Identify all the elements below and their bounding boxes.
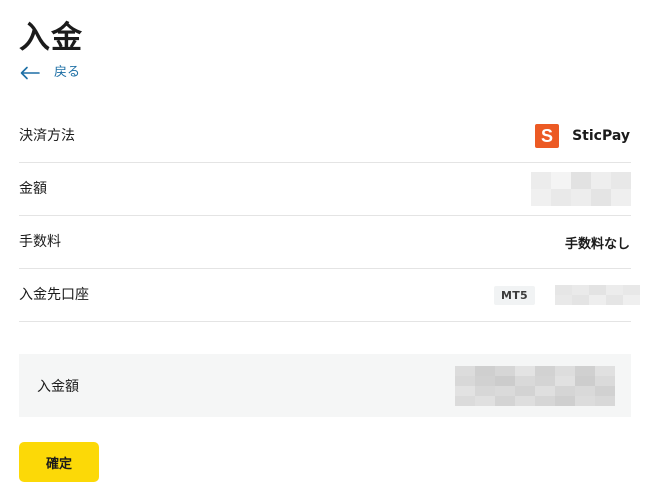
amount-row: 金額 <box>19 163 631 216</box>
sticpay-logo-icon: S <box>535 124 560 148</box>
payment-method-row: 決済方法 S SticPay <box>19 110 631 163</box>
payment-method-value: S SticPay <box>535 124 631 148</box>
amount-value-redacted <box>531 172 631 206</box>
deposit-total-box: 入金額 <box>19 354 631 417</box>
deposit-total-value-redacted <box>455 365 615 406</box>
deposit-account-row: 入金先口座 MT5 <box>19 269 640 322</box>
back-link-label: 戻る <box>54 65 81 80</box>
page-title: 入金 <box>19 20 83 56</box>
confirm-button[interactable]: 確定 <box>19 442 99 482</box>
fee-value: 手数料なし <box>564 236 630 252</box>
amount-label: 金額 <box>19 181 47 197</box>
fee-label: 手数料 <box>19 234 61 250</box>
svg-text:S: S <box>541 126 553 146</box>
payment-method-name: SticPay <box>572 128 630 144</box>
account-number-redacted <box>555 285 640 305</box>
deposit-details-list: 決済方法 S SticPay 金額 手数料 手数料なし 入金先口座 MT5 <box>19 110 640 322</box>
arrow-left-icon <box>20 66 40 80</box>
deposit-account-label: 入金先口座 <box>19 287 89 303</box>
deposit-account-value: MT5 <box>493 285 640 305</box>
back-link[interactable]: 戻る <box>20 64 80 82</box>
payment-method-label: 決済方法 <box>19 128 75 144</box>
fee-row: 手数料 手数料なし <box>19 216 631 269</box>
deposit-total-label: 入金額 <box>37 378 79 395</box>
deposit-confirmation-page: 入金 戻る 決済方法 S SticPay 金額 手数料 手数料なし 入金先口座 … <box>0 0 663 501</box>
platform-badge: MT5 <box>493 285 535 305</box>
